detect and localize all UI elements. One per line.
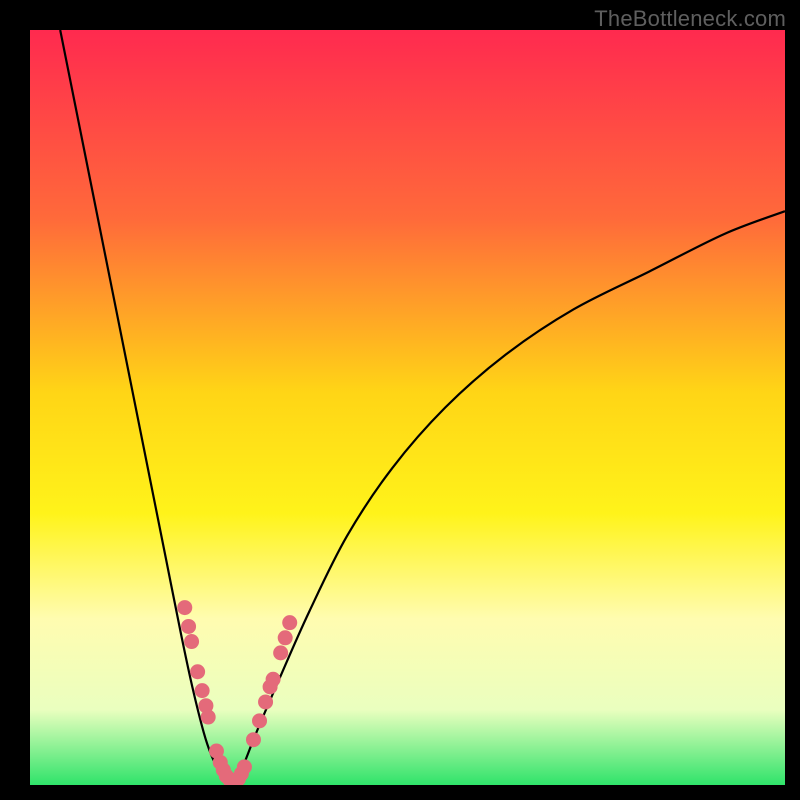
data-marker [177, 600, 192, 615]
data-marker [282, 615, 297, 630]
data-marker [252, 713, 267, 728]
data-marker [258, 694, 273, 709]
data-marker [201, 710, 216, 725]
data-marker [184, 634, 199, 649]
data-marker [273, 645, 288, 660]
data-marker [237, 759, 252, 774]
gradient-background [30, 30, 785, 785]
data-marker [195, 683, 210, 698]
data-marker [181, 619, 196, 634]
plot-area [30, 30, 785, 785]
data-marker [278, 630, 293, 645]
data-marker [266, 672, 281, 687]
data-marker [190, 664, 205, 679]
chart-frame: TheBottleneck.com [0, 0, 800, 800]
data-marker [246, 732, 261, 747]
attribution-watermark: TheBottleneck.com [594, 6, 786, 32]
chart-svg [30, 30, 785, 785]
